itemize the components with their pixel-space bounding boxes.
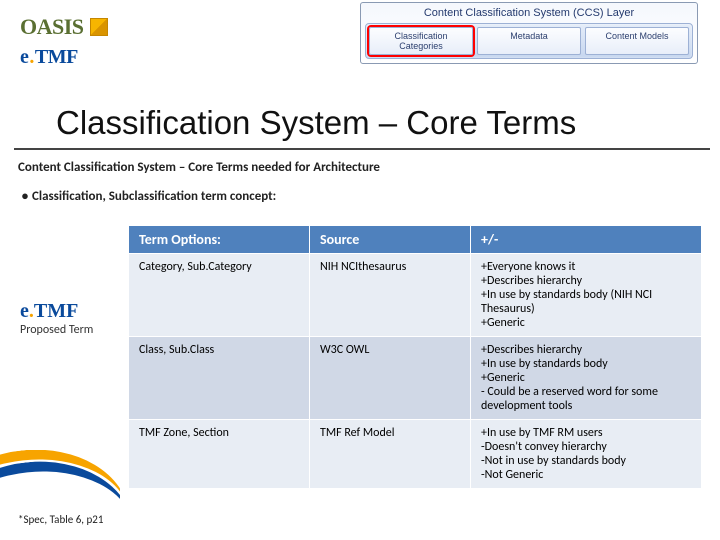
mini-etmf-e: e (20, 300, 29, 322)
ccs-box-classification-categories: Classification Categories (369, 27, 473, 55)
table-row: Category, Sub.Category NIH NCIthesaurus … (129, 254, 702, 337)
oasis-badge-icon (90, 18, 108, 36)
corner-swoosh-icon (0, 450, 120, 540)
cell-term: Class, Sub.Class (129, 337, 310, 420)
bullet-marker: • (18, 189, 32, 204)
page-title: Classification System – Core Terms (56, 104, 576, 142)
cell-source: NIH NCIthesaurus (310, 254, 471, 337)
ccs-layer-row: Classification Categories Metadata Conte… (365, 23, 693, 59)
subtitle: Content Classification System – Core Ter… (18, 160, 702, 175)
bullet-text: Classification, Subclassification term c… (32, 189, 276, 204)
slide-root: OASIS e . TMF Content Classification Sys… (0, 0, 720, 540)
cell-source: W3C OWL (310, 337, 471, 420)
ccs-layer-title: Content Classification System (CCS) Laye… (365, 7, 693, 19)
cell-pros: +Describes hierarchy +In use by standard… (471, 337, 702, 420)
bullet-row: • Classification, Subclassification term… (18, 189, 702, 204)
oasis-logo: OASIS (20, 14, 108, 40)
table-row: Class, Sub.Class W3C OWL +Describes hier… (129, 337, 702, 420)
etmf-logo: e . TMF (20, 46, 108, 69)
mini-etmf-logo: e.TMF (20, 300, 114, 323)
title-underline (14, 148, 710, 150)
etmf-e: e (20, 46, 28, 69)
cell-term: Category, Sub.Category (129, 254, 310, 337)
oasis-text: OASIS (20, 14, 84, 40)
col-proscons: +/- (471, 226, 702, 254)
col-term-options: Term Options: (129, 226, 310, 254)
etmf-tmf: TMF (35, 46, 78, 69)
table-header-row: Term Options: Source +/- (129, 226, 702, 254)
etmf-dot: . (29, 46, 34, 69)
footnote: *Spec, Table 6, p21 (18, 513, 103, 526)
proposed-term-label: Proposed Term (20, 323, 114, 337)
mini-etmf-tmf: TMF (34, 300, 78, 322)
cell-pros: +Everyone knows it +Describes hierarchy … (471, 254, 702, 337)
col-source: Source (310, 226, 471, 254)
ccs-layer-diagram: Content Classification System (CCS) Laye… (360, 2, 698, 64)
ccs-box-metadata: Metadata (477, 27, 581, 55)
table-row: TMF Zone, Section TMF Ref Model +In use … (129, 420, 702, 489)
brand-block: OASIS e . TMF (20, 14, 108, 69)
cell-pros: +In use by TMF RM users -Doesn't convey … (471, 420, 702, 489)
cell-term: TMF Zone, Section (129, 420, 310, 489)
cell-source: TMF Ref Model (310, 420, 471, 489)
body-block: Content Classification System – Core Ter… (18, 160, 702, 218)
terms-table: Term Options: Source +/- Category, Sub.C… (128, 225, 702, 489)
ccs-box-content-models: Content Models (585, 27, 689, 55)
proposed-term-label-block: e.TMF Proposed Term (20, 300, 114, 337)
